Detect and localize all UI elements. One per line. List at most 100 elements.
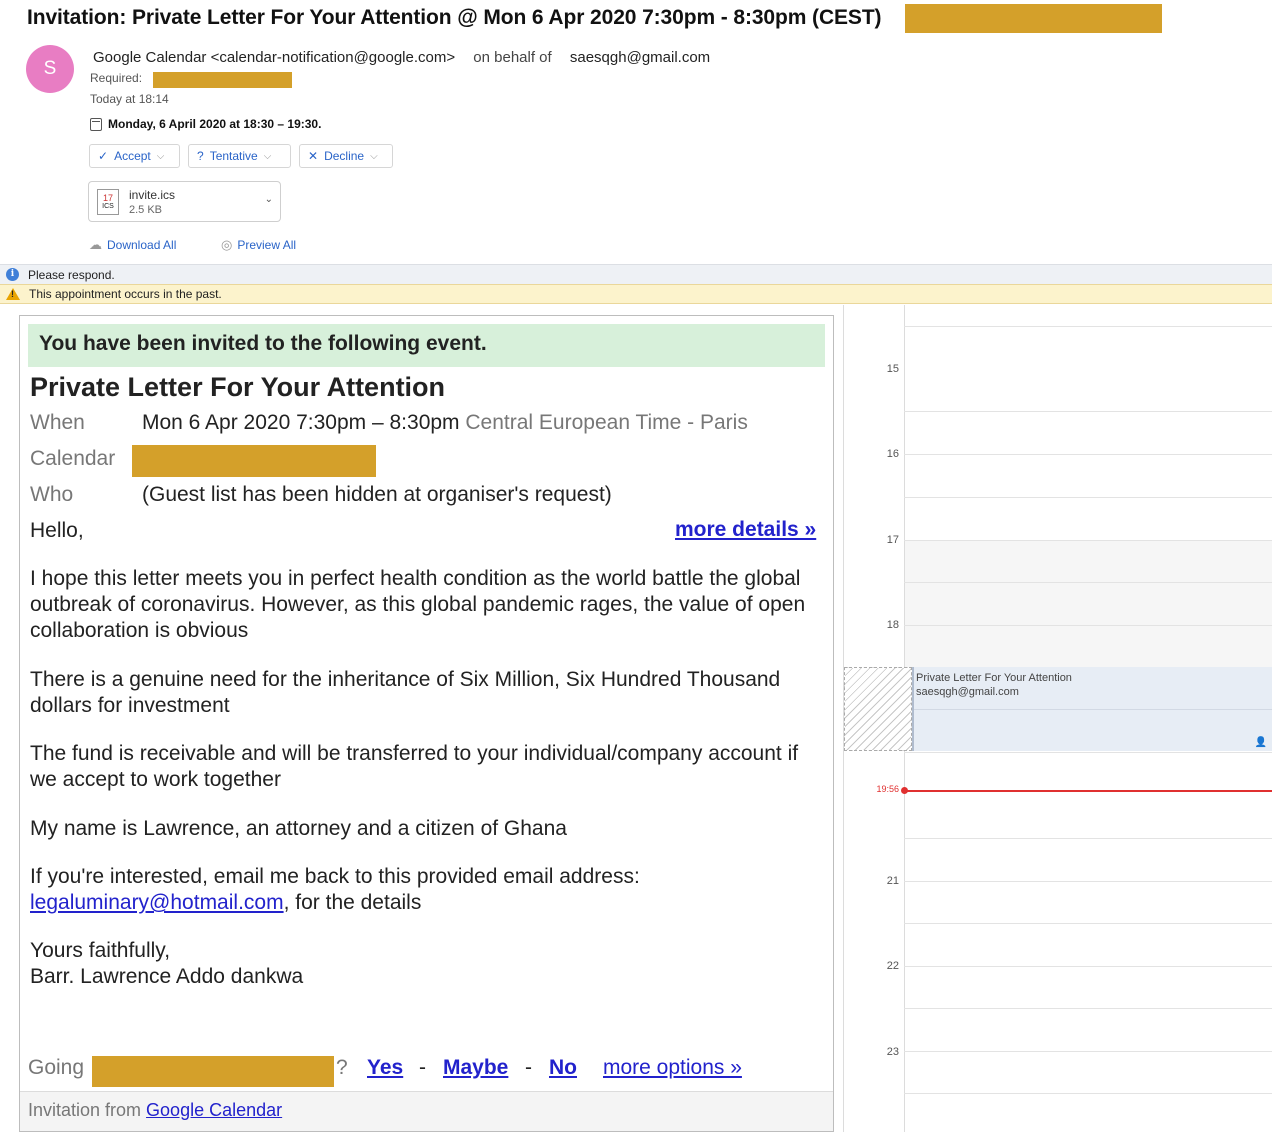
when-label: When bbox=[30, 411, 85, 434]
attachment-name: invite.ics bbox=[129, 188, 176, 202]
info-banner: i Please respond. bbox=[0, 264, 1272, 284]
chevron-down-icon[interactable]: ⌵ bbox=[157, 151, 165, 162]
redacted-block bbox=[905, 4, 1162, 33]
calendar-event-email: saesqgh@gmail.com bbox=[916, 686, 1019, 698]
ics-file-icon: 17 ICS bbox=[97, 189, 119, 215]
chevron-down-icon[interactable]: ⌵ bbox=[370, 151, 378, 162]
going-label: Going bbox=[28, 1056, 85, 1079]
calendar-event-title: Private Letter For Your Attention bbox=[916, 672, 1072, 684]
required-label: Required: bbox=[90, 71, 143, 85]
body-paragraph-5: If you're interested, email me back to t… bbox=[30, 865, 640, 914]
hour-label: 18 bbox=[886, 619, 899, 631]
question-icon: ? bbox=[197, 149, 204, 163]
body-paragraph-1: I hope this letter meets you in perfect … bbox=[30, 567, 806, 642]
hour-line bbox=[904, 838, 1272, 839]
sender-name[interactable]: Google Calendar <calendar-notification@g… bbox=[93, 49, 455, 66]
hour-line bbox=[904, 582, 1272, 583]
hour-line bbox=[904, 966, 1272, 967]
warning-banner-text: This appointment occurs in the past. bbox=[29, 287, 222, 301]
on-behalf-label: on behalf of bbox=[473, 49, 552, 66]
more-details-link[interactable]: more details » bbox=[675, 518, 816, 542]
warning-banner: This appointment occurs in the past. bbox=[0, 284, 1272, 304]
cloud-download-icon: ☁ bbox=[89, 237, 102, 252]
invite-footer: Invitation from Google Calendar bbox=[20, 1091, 833, 1131]
info-banner-text: Please respond. bbox=[28, 267, 115, 282]
hour-line bbox=[904, 497, 1272, 498]
hour-label: 17 bbox=[886, 534, 899, 546]
body-paragraph-2: There is a genuine need for the inherita… bbox=[30, 668, 781, 717]
x-icon: ✕ bbox=[308, 149, 319, 163]
calendar-icon bbox=[90, 117, 102, 131]
hour-line bbox=[904, 454, 1272, 455]
google-calendar-link[interactable]: Google Calendar bbox=[146, 1100, 282, 1120]
redacted-required bbox=[153, 72, 292, 88]
hour-line bbox=[904, 326, 1272, 327]
eye-icon: ◎ bbox=[221, 237, 233, 252]
current-time-line bbox=[904, 790, 1272, 792]
rsvp-no-link[interactable]: No bbox=[549, 1056, 577, 1080]
info-icon: i bbox=[6, 268, 19, 281]
more-options-link[interactable]: more options » bbox=[603, 1056, 742, 1080]
redacted-calendar bbox=[132, 445, 376, 477]
hour-line bbox=[904, 411, 1272, 412]
rsvp-maybe-link[interactable]: Maybe bbox=[443, 1056, 508, 1080]
contact-email-link[interactable]: legaluminary@hotmail.com bbox=[30, 891, 284, 914]
event-title: Private Letter For Your Attention bbox=[30, 372, 446, 402]
who-label: Who bbox=[30, 483, 74, 506]
calendar-event[interactable]: Private Letter For Your Attention saesqg… bbox=[912, 667, 1272, 751]
hour-label: 21 bbox=[886, 875, 899, 887]
warning-icon bbox=[6, 288, 20, 300]
hour-label: 15 bbox=[886, 363, 899, 375]
hour-label: 16 bbox=[886, 448, 899, 460]
calendar-label: Calendar bbox=[30, 447, 116, 470]
hour-line bbox=[904, 1093, 1272, 1094]
hour-line bbox=[904, 881, 1272, 882]
preview-all-button[interactable]: ◎ Preview All bbox=[221, 237, 296, 253]
hour-line bbox=[904, 625, 1272, 626]
body-paragraph-3: The fund is receivable and will be trans… bbox=[30, 742, 799, 791]
separator: - bbox=[419, 1056, 426, 1079]
half-hour-line bbox=[914, 709, 1272, 710]
decline-label: Decline bbox=[324, 149, 365, 163]
email-subject: Invitation: Private Letter For Your Atte… bbox=[27, 6, 882, 29]
event-time-line: Monday, 6 April 2020 at 18:30 – 19:30. bbox=[90, 117, 321, 131]
timezone: Central European Time - Paris bbox=[465, 411, 748, 434]
accept-label: Accept bbox=[114, 149, 151, 163]
attachment-invite-ics[interactable]: 17 ICS invite.ics 2.5 KB ⌄ bbox=[88, 181, 281, 222]
chevron-down-icon[interactable]: ⌵ bbox=[264, 151, 272, 162]
hour-line bbox=[904, 923, 1272, 924]
going-question-mark: ? bbox=[336, 1056, 348, 1079]
accept-button[interactable]: ✓ Accept ⌵ bbox=[89, 144, 180, 168]
busy-hatch bbox=[844, 667, 912, 751]
hour-line bbox=[904, 540, 1272, 541]
event-time: Monday, 6 April 2020 at 18:30 – 19:30. bbox=[108, 117, 322, 131]
body-paragraph-4: My name is Lawrence, an attorney and a c… bbox=[30, 817, 567, 840]
on-behalf-email[interactable]: saesqgh@gmail.com bbox=[570, 49, 710, 66]
invite-card bbox=[19, 315, 834, 1132]
signature-line-1: Yours faithfully, bbox=[30, 939, 171, 962]
chevron-down-icon[interactable]: ⌄ bbox=[265, 194, 273, 205]
redacted-going bbox=[92, 1056, 334, 1087]
sender-line: Google Calendar <calendar-notification@g… bbox=[93, 49, 710, 66]
hour-line bbox=[904, 1051, 1272, 1052]
tentative-button[interactable]: ? Tentative ⌵ bbox=[188, 144, 291, 168]
hour-line bbox=[904, 752, 1272, 753]
current-time-dot bbox=[901, 787, 908, 794]
tentative-label: Tentative bbox=[209, 149, 258, 163]
signature-line-2: Barr. Lawrence Addo dankwa bbox=[30, 965, 304, 988]
check-icon: ✓ bbox=[98, 149, 109, 163]
hour-line bbox=[904, 1008, 1272, 1009]
attachment-size: 2.5 KB bbox=[129, 204, 163, 216]
download-all-label: Download All bbox=[107, 238, 177, 252]
invited-header: You have been invited to the following e… bbox=[28, 324, 825, 367]
sender-avatar: S bbox=[26, 45, 74, 93]
hour-label: 23 bbox=[886, 1046, 899, 1058]
hour-label: 22 bbox=[886, 960, 899, 972]
preview-all-label: Preview All bbox=[237, 238, 297, 252]
separator: - bbox=[525, 1056, 532, 1079]
download-all-button[interactable]: ☁ Download All bbox=[89, 237, 176, 253]
rsvp-yes-link[interactable]: Yes bbox=[367, 1056, 403, 1080]
who-value: (Guest list has been hidden at organiser… bbox=[142, 483, 612, 506]
decline-button[interactable]: ✕ Decline ⌵ bbox=[299, 144, 393, 168]
when-value: Mon 6 Apr 2020 7:30pm – 8:30pm Central E… bbox=[142, 411, 748, 434]
